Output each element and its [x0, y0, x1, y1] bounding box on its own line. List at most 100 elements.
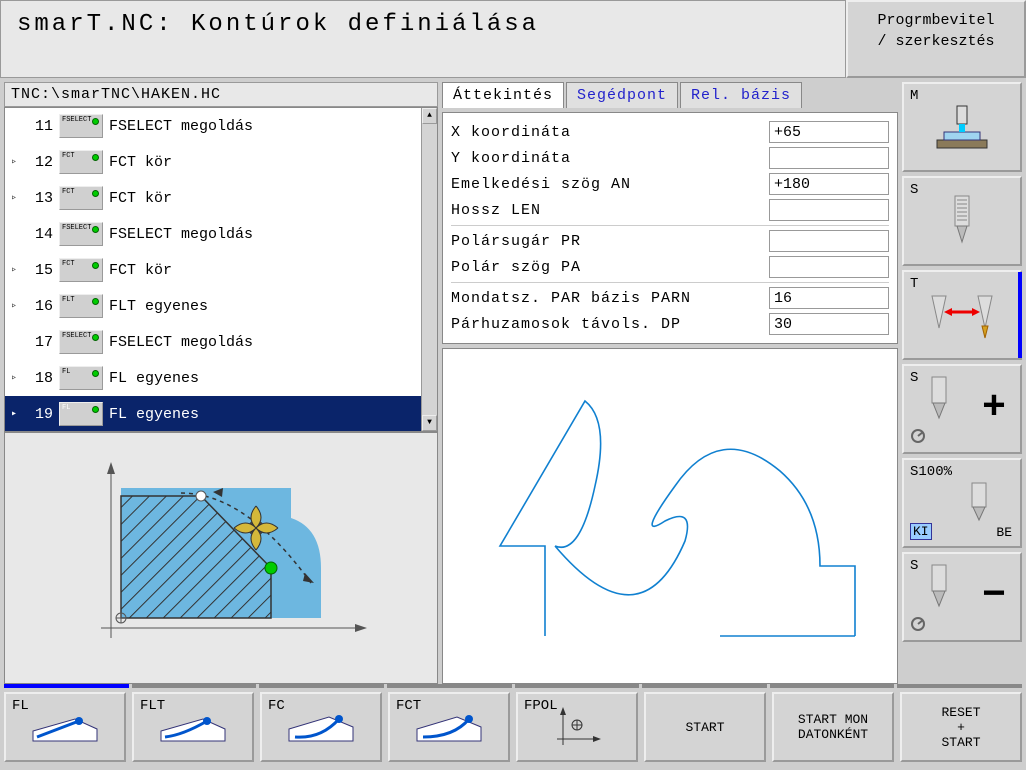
tree-item-icon: FCT [59, 258, 103, 282]
scrollbar[interactable]: ▲ ▼ [421, 108, 437, 431]
active-indicator [1018, 272, 1022, 358]
spindle-icon [947, 194, 977, 249]
softkey-fl[interactable]: FL [4, 692, 126, 762]
tool-change-icon [922, 288, 1002, 343]
tree-item-icon: FSELECT [59, 222, 103, 246]
side-s-button[interactable]: S [902, 176, 1022, 266]
tree-line-number: 19 [27, 406, 53, 423]
side-t-label: T [910, 276, 918, 292]
tree-line-number: 16 [27, 298, 53, 315]
tree-line-number: 12 [27, 154, 53, 171]
sk-reset-line3: START [941, 735, 980, 750]
softkey-start[interactable]: START [644, 692, 766, 762]
fl-icon [25, 707, 105, 747]
softkey-reset-start[interactable]: RESET + START [900, 692, 1022, 762]
form-input[interactable] [769, 287, 889, 309]
expander-icon[interactable]: ▹ [11, 372, 21, 384]
form-row: Emelkedési szög AN [451, 171, 889, 197]
form-input[interactable] [769, 147, 889, 169]
tree-line-number: 11 [27, 118, 53, 135]
spindle-small-icon [928, 564, 950, 612]
mode-line2: / szerkesztés [852, 31, 1020, 52]
side-s100-button[interactable]: S100% KI BE [902, 458, 1022, 548]
knob-icon [910, 616, 926, 632]
softkey-fc[interactable]: FC [260, 692, 382, 762]
tree-item-label: FCT kör [109, 262, 172, 279]
tree-item-icon: FLT [59, 294, 103, 318]
diagram-svg [61, 448, 381, 668]
tree-row[interactable]: ▹18FLFL egyenes [5, 360, 437, 396]
sk-startmon-line1: START MON [798, 712, 868, 727]
form-row: Mondatsz. PAR bázis PARN [451, 285, 889, 311]
form-input[interactable] [769, 173, 889, 195]
sk-startmon-line2: DATONKÉNT [798, 727, 868, 742]
program-tree[interactable]: 11FSELECTFSELECT megoldás▹12FCTFCT kör▹1… [4, 107, 438, 432]
tree-item-label: FCT kör [109, 154, 172, 171]
scroll-up-icon[interactable]: ▲ [422, 108, 437, 124]
form-row: Hossz LEN [451, 197, 889, 223]
tree-row[interactable]: 11 FSELECT FSELECT megoldás [5, 108, 437, 144]
form-row: Polársugár PR [451, 228, 889, 254]
form-input[interactable] [769, 256, 889, 278]
tree-row[interactable]: ▹16FLTFLT egyenes [5, 288, 437, 324]
sk-fl-label: FL [12, 698, 29, 714]
tree-row[interactable]: ▹15FCTFCT kör [5, 252, 437, 288]
mode-button[interactable]: Progrmbevitel / szerkesztés [846, 0, 1026, 78]
form-label: Emelkedési szög AN [451, 176, 769, 193]
sk-start-label: START [685, 720, 724, 735]
form-label: Y koordináta [451, 150, 769, 167]
spindle-small-icon [928, 376, 950, 424]
tabstrip: Áttekintés Segédpont Rel. bázis [442, 82, 898, 108]
spindle-small-icon [968, 482, 990, 526]
softkey-flt[interactable]: FLT [132, 692, 254, 762]
tree-item-label: FL egyenes [109, 370, 199, 387]
form-label: Párhuzamosok távols. DP [451, 316, 769, 333]
tab-aux-point[interactable]: Segédpont [566, 82, 678, 108]
form-input[interactable] [769, 199, 889, 221]
page-title: smarT.NC: Kontúrok definiálása [0, 0, 846, 78]
expander-icon[interactable]: ▹ [11, 264, 21, 276]
form-label: Polár szög PA [451, 259, 769, 276]
sk-fc-label: FC [268, 698, 285, 714]
tree-item-label: FSELECT megoldás [109, 118, 253, 135]
tree-row[interactable]: 17FSELECTFSELECT megoldás [5, 324, 437, 360]
scroll-down-icon[interactable]: ▼ [422, 415, 437, 431]
tree-row[interactable]: ▹ 12 FCT FCT kör [5, 144, 437, 180]
fc-icon [281, 707, 361, 747]
side-s-minus-button[interactable]: S − [902, 552, 1022, 642]
tree-row[interactable]: ▹ 13 FCT FCT kör [5, 180, 437, 216]
contour-preview [442, 348, 898, 684]
softkey-fpol[interactable]: FPOL [516, 692, 638, 762]
expander-icon[interactable]: ▸ [11, 408, 21, 420]
softkey-fct[interactable]: FCT [388, 692, 510, 762]
machine-icon [932, 102, 992, 152]
tree-item-icon: FCT [59, 186, 103, 210]
tree-item-label: FCT kör [109, 190, 172, 207]
tab-rel-base[interactable]: Rel. bázis [680, 82, 802, 108]
form-row: Polár szög PA [451, 254, 889, 280]
side-m-label: M [910, 88, 918, 104]
tree-item-label: FL egyenes [109, 406, 199, 423]
form-input[interactable] [769, 230, 889, 252]
tree-row[interactable]: ▸19FLFL egyenes [5, 396, 437, 431]
expander-icon[interactable]: ▹ [11, 300, 21, 312]
form-panel: X koordinátaY koordinátaEmelkedési szög … [442, 112, 898, 344]
expander-icon[interactable]: ▹ [11, 156, 21, 168]
side-s-plus-button[interactable]: S + [902, 364, 1022, 454]
form-input[interactable] [769, 121, 889, 143]
form-label: Polársugár PR [451, 233, 769, 250]
tree-item-icon: FCT [59, 150, 103, 174]
tree-item-icon: FSELECT [59, 114, 103, 138]
tree-line-number: 13 [27, 190, 53, 207]
side-m-button[interactable]: M [902, 82, 1022, 172]
expander-icon[interactable]: ▹ [11, 192, 21, 204]
side-t-button[interactable]: T [902, 270, 1022, 360]
tree-row[interactable]: 14FSELECTFSELECT megoldás [5, 216, 437, 252]
form-input[interactable] [769, 313, 889, 335]
tab-overview[interactable]: Áttekintés [442, 82, 564, 108]
scroll-thumb[interactable] [423, 124, 436, 415]
preview-svg [460, 366, 880, 666]
softkey-start-mon[interactable]: START MON DATONKÉNT [772, 692, 894, 762]
sk-reset-line1: RESET [941, 705, 980, 720]
tree-item-label: FSELECT megoldás [109, 226, 253, 243]
